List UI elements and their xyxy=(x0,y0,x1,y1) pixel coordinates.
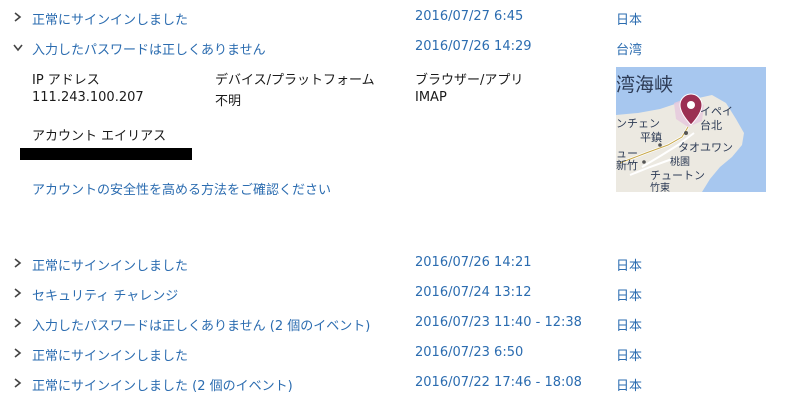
map-label: 竹東 xyxy=(650,181,670,192)
activity-title: 入力したパスワードは正しくありません (2 個のイベント) xyxy=(32,319,371,334)
activity-row-3[interactable]: セキュリティ チャレンジ 2016/07/24 13:12 日本 xyxy=(0,282,795,306)
account-alias-label: アカウント エイリアス xyxy=(32,129,167,144)
security-tips-link[interactable]: アカウントの安全性を高める方法をご確認ください xyxy=(32,179,331,198)
activity-datetime: 2016/07/26 14:21 xyxy=(415,255,532,270)
ip-address-label: IP アドレス xyxy=(32,73,100,88)
map-label: チュートン xyxy=(650,169,705,182)
activity-row-4[interactable]: 入力したパスワードは正しくありません (2 個のイベント) 2016/07/23… xyxy=(0,312,795,336)
activity-title: 入力したパスワードは正しくありません xyxy=(32,43,266,58)
activity-location: 日本 xyxy=(616,379,643,394)
map-label: イペイ xyxy=(700,105,733,118)
activity-location: 日本 xyxy=(616,289,643,304)
browser-app-label: ブラウザー/アプリ xyxy=(415,73,524,88)
activity-location: 日本 xyxy=(616,319,643,334)
map-label: ンチェン xyxy=(616,117,660,130)
activity-datetime: 2016/07/27 6:45 xyxy=(415,9,524,24)
map-label: 湾海峡 xyxy=(616,74,673,96)
chevron-right-icon xyxy=(12,376,24,390)
activity-datetime: 2016/07/22 17:46 - 18:08 xyxy=(415,375,582,390)
activity-row-1[interactable]: 入力したパスワードは正しくありません 2016/07/26 14:29 台湾 xyxy=(0,36,795,60)
device-platform-label: デバイス/プラットフォーム xyxy=(215,73,375,88)
activity-title: 正常にサインインしました xyxy=(32,13,189,28)
device-platform-value: 不明 xyxy=(215,94,242,109)
activity-datetime: 2016/07/23 11:40 - 12:38 xyxy=(415,315,582,330)
activity-datetime: 2016/07/23 6:50 xyxy=(415,345,524,360)
browser-app-value: IMAP xyxy=(415,90,447,105)
chevron-right-icon xyxy=(12,316,24,330)
activity-row-6[interactable]: 正常にサインインしました (2 個のイベント) 2016/07/22 17:46… xyxy=(0,372,795,396)
map-label: 桃園 xyxy=(670,155,690,168)
activity-row-2[interactable]: 正常にサインインしました 2016/07/26 14:21 日本 xyxy=(0,252,795,276)
activity-title: セキュリティ チャレンジ xyxy=(32,289,179,304)
activity-row-5[interactable]: 正常にサインインしました 2016/07/23 6:50 日本 xyxy=(0,342,795,366)
map-label: 平鎮 xyxy=(640,130,662,144)
activity-location: 日本 xyxy=(616,259,643,274)
location-map: 湾海峡 イペイ 台北 ンチェン 平鎮 タオユワン ュー 桃園 新竹 チュートン … xyxy=(616,67,766,192)
activity-location: 日本 xyxy=(616,349,643,364)
map-label: タオユワン xyxy=(678,141,733,154)
activity-title: 正常にサインインしました (2 個のイベント) xyxy=(32,379,293,394)
chevron-right-icon xyxy=(12,256,24,270)
redacted-alias xyxy=(20,148,192,160)
activity-datetime: 2016/07/26 14:29 xyxy=(415,39,532,54)
activity-location: 日本 xyxy=(616,13,643,28)
activity-row-0[interactable]: 正常にサインインしました 2016/07/27 6:45 日本 xyxy=(0,6,795,30)
chevron-right-icon xyxy=(12,346,24,360)
activity-location: 台湾 xyxy=(616,43,643,58)
map-image: 湾海峡 イペイ 台北 ンチェン 平鎮 タオユワン ュー 桃園 新竹 チュートン … xyxy=(616,67,766,192)
activity-title: 正常にサインインしました xyxy=(32,349,189,364)
ip-address-value: 111.243.100.207 xyxy=(32,90,144,105)
chevron-right-icon xyxy=(12,10,24,24)
map-label: 台北 xyxy=(700,118,722,132)
activity-datetime: 2016/07/24 13:12 xyxy=(415,285,532,300)
chevron-right-icon xyxy=(12,286,24,300)
map-label: 新竹 xyxy=(616,158,638,172)
chevron-down-icon xyxy=(12,40,24,54)
activity-title: 正常にサインインしました xyxy=(32,259,189,274)
